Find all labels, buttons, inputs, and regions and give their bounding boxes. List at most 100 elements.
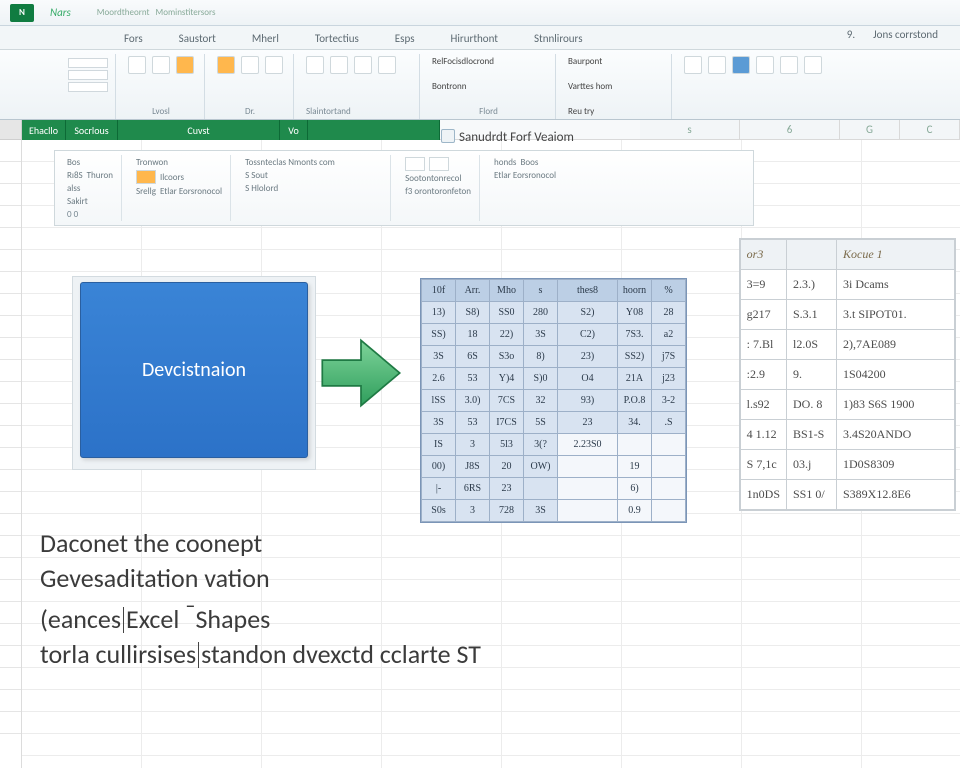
ribbon-icon[interactable] [804, 56, 822, 74]
ribbon-item[interactable]: Varttes hom [568, 81, 661, 92]
col-header[interactable]: Vo [280, 120, 308, 140]
col-header[interactable]: C [900, 120, 960, 140]
float-group: Tossnteclas Nmonts com S Sout S Hlolord [241, 155, 391, 221]
table-row: : 7.Bll2.0S2),7AE089 [740, 330, 954, 360]
title-bar: N Nars Moordtheornt Mominstitersors [0, 0, 960, 26]
caption-line: torla cullirsisesstandon dvexctd cclarte… [40, 637, 481, 672]
window-icon [441, 129, 455, 143]
table-row: 2.653Y)4S)0O421Aj23 [422, 368, 686, 390]
select-all-corner[interactable] [0, 120, 22, 140]
ribbon-icon[interactable] [378, 56, 396, 74]
ribbon-icon[interactable] [265, 56, 283, 74]
ribbon-tab[interactable]: Stnnlirours [530, 28, 587, 49]
ribbon-tab[interactable]: Fors [120, 28, 147, 49]
table-row: IS35l33(?2.23S0 [422, 434, 686, 456]
ribbon-group-label: Lvosl [128, 106, 194, 117]
float-group: honds Boos Etlar Eorsronocol [490, 155, 564, 221]
shape-text: Devcistnaion [142, 358, 246, 382]
float-group: Bos Rı8SThuron alss Sakirt 0 0 [63, 155, 122, 221]
data-table-a: 10fArr.Mhosthes8hoorn% 13)S8)SS0280S2)Y0… [420, 278, 687, 523]
table-header-row: or3Kocue 1 [740, 240, 954, 270]
ribbon-group [678, 54, 952, 119]
ribbon-icon[interactable] [241, 56, 259, 74]
ribbon-tab[interactable]: Esps [391, 28, 419, 49]
col-header[interactable]: s [640, 120, 740, 140]
ribbon-item[interactable]: Reu try [568, 106, 661, 117]
ribbon-item[interactable]: RelFocisdlocrond [432, 56, 545, 67]
ribbon-help[interactable]: 9. [843, 24, 859, 45]
col-header[interactable] [308, 120, 440, 140]
ribbon-item[interactable]: Bontronn [432, 81, 545, 92]
shape-rectangle[interactable]: Devcistnaion [80, 282, 308, 458]
qat-item[interactable]: Moordtheornt [97, 7, 150, 18]
chip-icon[interactable] [405, 157, 425, 171]
ribbon-item[interactable]: Slaintortand [306, 106, 409, 117]
ribbon-tab[interactable]: Saustort [175, 28, 220, 49]
quick-access-toolbar: Moordtheornt Mominstitersors [97, 7, 216, 18]
ribbon-tab[interactable]: Tortectius [311, 28, 363, 49]
table-row: 00)J8S20OW)19 [422, 456, 686, 478]
table-header: 10f [422, 280, 456, 302]
ribbon-side [60, 54, 116, 119]
ribbon-help[interactable]: Jons corrstond [869, 24, 942, 45]
qat-item[interactable]: Mominstitersors [156, 7, 216, 18]
ribbon-icon[interactable] [708, 56, 726, 74]
col-header[interactable]: Socrlous [66, 120, 118, 140]
ribbon-tabs: Fors Saustort Mherl Tortectius Esps Hiru… [0, 26, 960, 50]
col-header[interactable]: 6 [740, 120, 840, 140]
worksheet[interactable]: Ehacllo Socrlous Cuvst Vo s 6 G C Sanudr… [0, 120, 960, 768]
ribbon-group: Baurpont Varttes hom Reu try [562, 54, 672, 119]
color-chip-icon[interactable] [136, 170, 156, 184]
float-group: Sootontonrecol f3 orontoronfeton [401, 155, 480, 221]
ribbon-icon[interactable] [330, 56, 348, 74]
table-row: 3S6SS3o8)23)SS2)j7S [422, 346, 686, 368]
float-group: Tronwon Ilcoors SrellgEtlar Eorsronocol [132, 155, 231, 221]
ribbon-group-label: Dr. [217, 106, 283, 117]
ribbon-group: Dr. [211, 54, 294, 119]
floating-toolbar: Sanudrdt Forf Veaiom Bos Rı8SThuron alss… [54, 150, 754, 226]
ribbon-icon[interactable] [756, 56, 774, 74]
ribbon-icon[interactable] [780, 56, 798, 74]
floating-toolbar-title: Sanudrdt Forf Veaiom [441, 129, 574, 145]
app-badge-icon: N [10, 4, 34, 22]
ribbon-icon[interactable] [128, 56, 146, 74]
table-row: S 7,1c03.j1D0S8309 [740, 450, 954, 480]
table-row: SS)1822)3SC2)7S3.a2 [422, 324, 686, 346]
ribbon-icon[interactable] [684, 56, 702, 74]
ribbon-tab[interactable]: Mherl [248, 28, 283, 49]
ribbon-icon[interactable] [217, 56, 235, 74]
row-headers [0, 140, 22, 768]
ribbon-icon[interactable] [152, 56, 170, 74]
table-row: 13)S8)SS0280S2)Y0828 [422, 302, 686, 324]
ribbon-group: RelFocisdlocrond Bontronn Flord [426, 54, 556, 119]
caption-text: Daconet the coonept Gevesaditation vatio… [40, 526, 481, 672]
table-row: S0s37283S0.9 [422, 500, 686, 522]
table-row: |-6RS236) [422, 478, 686, 500]
ribbon-group: Slaintortand [300, 54, 420, 119]
ribbon-group: Lvosl [122, 54, 205, 119]
col-header[interactable]: G [840, 120, 900, 140]
ribbon-item[interactable]: Baurpont [568, 56, 661, 67]
ribbon-icon[interactable] [306, 56, 324, 74]
arrow-right-icon [318, 330, 404, 416]
table-row: 3=92.3.)3i Dcams [740, 270, 954, 300]
table-row: 4 1.12BS1-S3.4S20ANDO [740, 420, 954, 450]
ribbon-icon[interactable] [354, 56, 372, 74]
data-table-b: or3Kocue 1 3=92.3.)3i Dcams g217S.3.13.t… [739, 238, 956, 511]
ribbon: Lvosl Dr. Slaintortand RelFocisdlocrond … [0, 50, 960, 120]
col-header[interactable]: Ehacllo [22, 120, 66, 140]
float-num: 0 0 [67, 209, 113, 220]
col-header[interactable]: Cuvst [118, 120, 280, 140]
ribbon-icon[interactable] [176, 56, 194, 74]
caption-line: Daconet the coonept [40, 526, 481, 561]
table-row: :2.99.1S04200 [740, 360, 954, 390]
chip-icon[interactable] [429, 157, 449, 171]
table-row: 1n0DSSS1 0/S389X12.8E6 [740, 480, 954, 510]
shape-arrow[interactable] [318, 330, 404, 416]
ribbon-tab[interactable]: Hirurthont [447, 28, 502, 49]
ribbon-group-label: Flord [432, 106, 545, 117]
ribbon-icon[interactable] [732, 56, 750, 74]
document-name: Nars [50, 6, 71, 19]
table-header-row: 10fArr.Mhosthes8hoorn% [422, 280, 686, 302]
float-label: Bos [67, 157, 113, 168]
